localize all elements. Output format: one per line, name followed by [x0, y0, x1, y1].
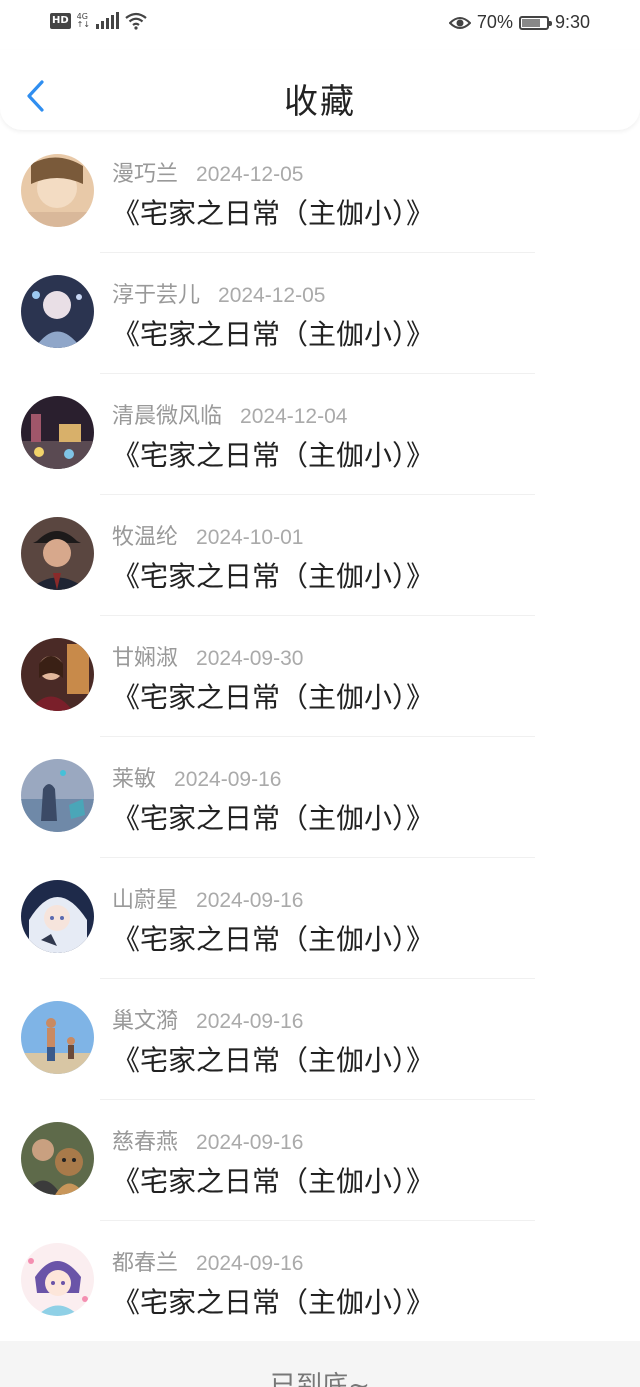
favorite-date: 2024-10-01 — [196, 526, 304, 549]
favorite-date: 2024-12-05 — [196, 163, 304, 186]
user-name: 巢文漪 — [112, 1009, 179, 1034]
favorite-date: 2024-09-16 — [196, 1131, 304, 1154]
book-title[interactable]: 《宅家之日常（主伽小）》 — [112, 555, 434, 595]
avatar[interactable] — [21, 154, 94, 227]
list-item[interactable]: 慈春燕 2024-09-16 《宅家之日常（主伽小）》 — [0, 1100, 640, 1221]
list-item[interactable]: 都春兰 2024-09-16 《宅家之日常（主伽小）》 — [0, 1221, 640, 1342]
book-title[interactable]: 《宅家之日常（主伽小）》 — [112, 434, 434, 474]
list-item[interactable]: 甘娴淑 2024-09-30 《宅家之日常（主伽小）》 — [0, 616, 640, 737]
list-item[interactable]: 清晨微风临 2024-12-04 《宅家之日常（主伽小）》 — [0, 374, 640, 495]
end-of-list-footer: 已到底~ — [0, 1341, 640, 1387]
favorite-date: 2024-09-30 — [196, 647, 304, 670]
book-title[interactable]: 《宅家之日常（主伽小）》 — [112, 1160, 434, 1200]
avatar[interactable] — [21, 1001, 94, 1074]
user-name: 漫巧兰 — [112, 162, 179, 187]
list-item[interactable]: 巢文漪 2024-09-16 《宅家之日常（主伽小）》 — [0, 979, 640, 1100]
wifi-icon — [125, 12, 147, 30]
avatar[interactable] — [21, 517, 94, 590]
favorite-date: 2024-09-16 — [174, 768, 282, 791]
item-meta: 牧温纶 2024-10-01 — [112, 519, 303, 551]
favorite-date: 2024-09-16 — [196, 1252, 304, 1275]
book-title[interactable]: 《宅家之日常（主伽小）》 — [112, 313, 434, 353]
user-name: 牧温纶 — [112, 525, 179, 550]
battery-icon — [518, 15, 552, 30]
book-title[interactable]: 《宅家之日常（主伽小）》 — [112, 1281, 434, 1321]
item-meta: 清晨微风临 2024-12-04 — [112, 398, 347, 430]
list-item[interactable]: 漫巧兰 2024-12-05 《宅家之日常（主伽小）》 — [0, 132, 640, 253]
item-meta: 山蔚星 2024-09-16 — [112, 882, 303, 914]
status-left: HD 4G ↑↓ — [50, 12, 147, 30]
battery-fill — [521, 18, 541, 27]
status-bar: HD 4G ↑↓ 70% 9:30 — [0, 0, 640, 50]
eye-comfort-icon — [448, 16, 471, 29]
user-name: 甘娴淑 — [112, 646, 179, 671]
network-type: 4G ↑↓ — [76, 12, 91, 29]
book-title[interactable]: 《宅家之日常（主伽小）》 — [112, 192, 434, 232]
book-title[interactable]: 《宅家之日常（主伽小）》 — [112, 797, 434, 837]
favorite-date: 2024-09-16 — [196, 889, 304, 912]
item-meta: 巢文漪 2024-09-16 — [112, 1003, 303, 1035]
avatar[interactable] — [21, 1122, 94, 1195]
signal-icon — [96, 12, 120, 29]
avatar[interactable] — [21, 880, 94, 953]
item-meta: 都春兰 2024-09-16 — [112, 1245, 303, 1277]
user-name: 都春兰 — [112, 1251, 179, 1276]
favorite-date: 2024-09-16 — [196, 1010, 304, 1033]
user-name: 清晨微风临 — [112, 404, 223, 429]
book-title[interactable]: 《宅家之日常（主伽小）》 — [112, 918, 434, 958]
list-item[interactable]: 淳于芸儿 2024-12-05 《宅家之日常（主伽小）》 — [0, 253, 640, 374]
avatar[interactable] — [21, 396, 94, 469]
status-right: 70% 9:30 — [448, 12, 590, 33]
end-of-list-text: 已到底~ — [270, 1371, 370, 1387]
item-meta: 莱敏 2024-09-16 — [112, 761, 281, 793]
nav-header: 收藏 — [0, 50, 640, 130]
item-meta: 慈春燕 2024-09-16 — [112, 1124, 303, 1156]
avatar[interactable] — [21, 1243, 94, 1316]
avatar[interactable] — [21, 275, 94, 348]
user-name: 山蔚星 — [112, 888, 179, 913]
item-meta: 甘娴淑 2024-09-30 — [112, 640, 303, 672]
page-title: 收藏 — [284, 82, 356, 122]
user-name: 淳于芸儿 — [112, 283, 201, 308]
list-item[interactable]: 莱敏 2024-09-16 《宅家之日常（主伽小）》 — [0, 737, 640, 858]
list-item[interactable]: 牧温纶 2024-10-01 《宅家之日常（主伽小）》 — [0, 495, 640, 616]
battery-percent: 70% — [476, 12, 513, 32]
book-title[interactable]: 《宅家之日常（主伽小）》 — [112, 1039, 434, 1079]
favorite-date: 2024-12-05 — [218, 284, 326, 307]
avatar[interactable] — [21, 638, 94, 711]
favorites-list: 漫巧兰 2024-12-05 《宅家之日常（主伽小）》 淳于芸儿 2024-12… — [0, 132, 640, 1342]
favorite-date: 2024-12-04 — [240, 405, 348, 428]
user-name: 莱敏 — [112, 767, 157, 792]
user-name: 慈春燕 — [112, 1130, 179, 1155]
avatar[interactable] — [21, 759, 94, 832]
item-meta: 淳于芸儿 2024-12-05 — [112, 277, 325, 309]
hd-badge: HD — [50, 13, 71, 29]
list-item[interactable]: 山蔚星 2024-09-16 《宅家之日常（主伽小）》 — [0, 858, 640, 979]
book-title[interactable]: 《宅家之日常（主伽小）》 — [112, 676, 434, 716]
item-meta: 漫巧兰 2024-12-05 — [112, 156, 303, 188]
clock: 9:30 — [554, 12, 590, 32]
